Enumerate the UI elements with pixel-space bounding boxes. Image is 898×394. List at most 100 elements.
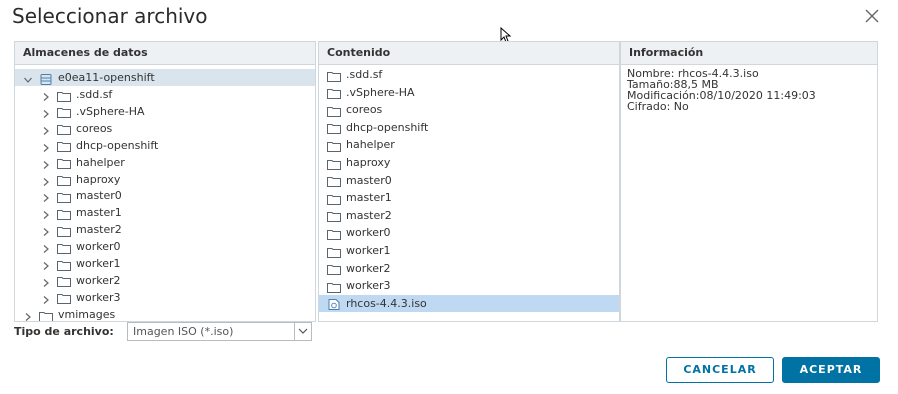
tree-item-label: vmimages: [58, 308, 116, 321]
info-header: Información: [621, 42, 877, 65]
tree-item-label: worker0: [76, 240, 121, 254]
list-item-label: .sdd.sf: [346, 68, 383, 81]
list-item-label: worker1: [346, 244, 391, 257]
tree-item-folder[interactable]: master0: [41, 187, 122, 204]
list-item[interactable]: dhcp-openshift: [319, 119, 619, 137]
folder-icon: [57, 123, 71, 136]
folder-icon: [57, 259, 71, 271]
folder-icon: [57, 90, 71, 102]
contents-panel: Contenido .sdd.sf .vSphere-HA coreos dhcp-o…: [318, 41, 620, 322]
tree-item-folder[interactable]: .vSphere-HA: [41, 103, 145, 120]
info-panel: Información Nombre: rhcos-4.4.3.iso Tama…: [620, 41, 878, 322]
list-item-label: master1: [346, 191, 392, 205]
folder-icon: [327, 175, 341, 188]
accept-button[interactable]: ACEPTAR: [782, 357, 880, 383]
folder-icon: [327, 140, 341, 152]
list-item[interactable]: worker1: [319, 242, 619, 260]
tree-item-label: master1: [76, 206, 122, 220]
iso-file-icon: [327, 298, 341, 311]
list-item[interactable]: hahelper: [319, 136, 619, 154]
folder-icon: [327, 87, 341, 100]
list-item-label: .vSphere-HA: [346, 85, 415, 99]
list-item-label: haproxy: [346, 156, 391, 169]
tree-item-datastore[interactable]: e0ea11-openshift: [15, 69, 315, 86]
dialog-title: Seleccionar archivo: [12, 4, 208, 28]
list-item[interactable]: worker0: [319, 224, 619, 242]
folder-icon: [57, 242, 71, 254]
tree-item-folder[interactable]: worker0: [41, 238, 121, 255]
tree-item-label: coreos: [76, 121, 113, 135]
list-item[interactable]: coreos: [319, 101, 619, 119]
tree-item-folder[interactable]: coreos: [41, 120, 112, 137]
filetype-value: Imagen ISO (*.iso): [133, 325, 234, 338]
chevron-right-icon[interactable]: [41, 141, 51, 152]
folder-icon: [327, 70, 341, 82]
tree-item-label: worker1: [76, 257, 121, 270]
list-item-label: worker3: [346, 279, 391, 293]
chevron-right-icon[interactable]: [41, 259, 51, 270]
tree-item-folder[interactable]: dhcp-openshift: [41, 137, 158, 154]
chevron-right-icon[interactable]: [23, 310, 33, 321]
chevron-down-icon[interactable]: [294, 323, 311, 340]
list-item[interactable]: worker2: [319, 260, 619, 278]
tree-item-label: worker2: [76, 273, 121, 287]
folder-icon: [57, 174, 71, 186]
folder-icon: [327, 122, 341, 135]
folder-icon: [39, 310, 53, 321]
tree-item-folder[interactable]: master1: [41, 204, 122, 221]
chevron-right-icon[interactable]: [41, 225, 51, 237]
list-item-label: coreos: [346, 103, 383, 117]
list-item[interactable]: master1: [319, 189, 619, 207]
cancel-button[interactable]: CANCELAR: [666, 357, 774, 383]
list-item[interactable]: worker3: [319, 277, 619, 295]
list-item[interactable]: haproxy: [319, 154, 619, 172]
datastores-panel: Almacenes de datos e0ea11-openshift .sdd.…: [14, 41, 316, 322]
list-item[interactable]: .sdd.sf: [319, 66, 619, 84]
info-details: Nombre: rhcos-4.4.3.iso Tamaño:88,5 MB M…: [621, 65, 877, 115]
chevron-right-icon[interactable]: [41, 124, 51, 135]
chevron-right-icon[interactable]: [41, 107, 51, 118]
info-encrypted: Cifrado: No: [627, 100, 689, 113]
folder-icon: [57, 191, 71, 203]
chevron-down-icon[interactable]: [23, 73, 33, 83]
chevron-right-icon[interactable]: [41, 175, 51, 186]
chevron-right-icon[interactable]: [41, 208, 51, 220]
list-item-label: master0: [346, 173, 392, 187]
folder-icon: [57, 225, 71, 237]
folder-icon: [327, 228, 341, 240]
chevron-right-icon[interactable]: [41, 276, 51, 287]
tree-item-label: worker3: [76, 290, 121, 304]
folder-icon: [327, 158, 341, 170]
list-item-label: hahelper: [346, 138, 395, 152]
tree-item-label: hahelper: [76, 155, 125, 169]
list-item-selected[interactable]: rhcos-4.4.3.iso: [319, 294, 619, 313]
list-item-label: master2: [346, 208, 392, 222]
folder-icon: [327, 210, 341, 223]
tree-item-vmimages[interactable]: vmimages: [23, 306, 116, 321]
close-icon[interactable]: [862, 6, 882, 26]
chevron-right-icon[interactable]: [41, 191, 51, 203]
list-item[interactable]: master0: [319, 172, 619, 190]
tree-item-label: haproxy: [76, 172, 121, 186]
filetype-select[interactable]: Imagen ISO (*.iso): [127, 322, 312, 341]
tree-item-folder[interactable]: worker1: [41, 255, 121, 272]
folder-icon: [57, 208, 71, 220]
chevron-right-icon[interactable]: [41, 158, 51, 169]
list-item[interactable]: master2: [319, 207, 619, 225]
tree-item-label: e0ea11-openshift: [58, 71, 155, 84]
tree-item-folder[interactable]: hahelper: [41, 154, 125, 171]
tree-item-folder[interactable]: .sdd.sf: [41, 86, 112, 103]
chevron-right-icon[interactable]: [41, 90, 51, 101]
folder-icon: [327, 193, 341, 205]
tree-item-folder[interactable]: haproxy: [41, 171, 120, 188]
folder-icon: [57, 140, 71, 153]
tree-item-folder[interactable]: master2: [41, 221, 122, 238]
folder-icon: [327, 263, 341, 276]
list-item-label: dhcp-openshift: [346, 120, 429, 134]
tree-item-folder[interactable]: worker3: [41, 289, 121, 306]
tree-item-folder[interactable]: worker2: [41, 272, 121, 289]
folder-icon: [57, 275, 71, 288]
chevron-right-icon[interactable]: [41, 242, 51, 254]
list-item[interactable]: .vSphere-HA: [319, 84, 619, 102]
chevron-right-icon[interactable]: [41, 293, 51, 304]
